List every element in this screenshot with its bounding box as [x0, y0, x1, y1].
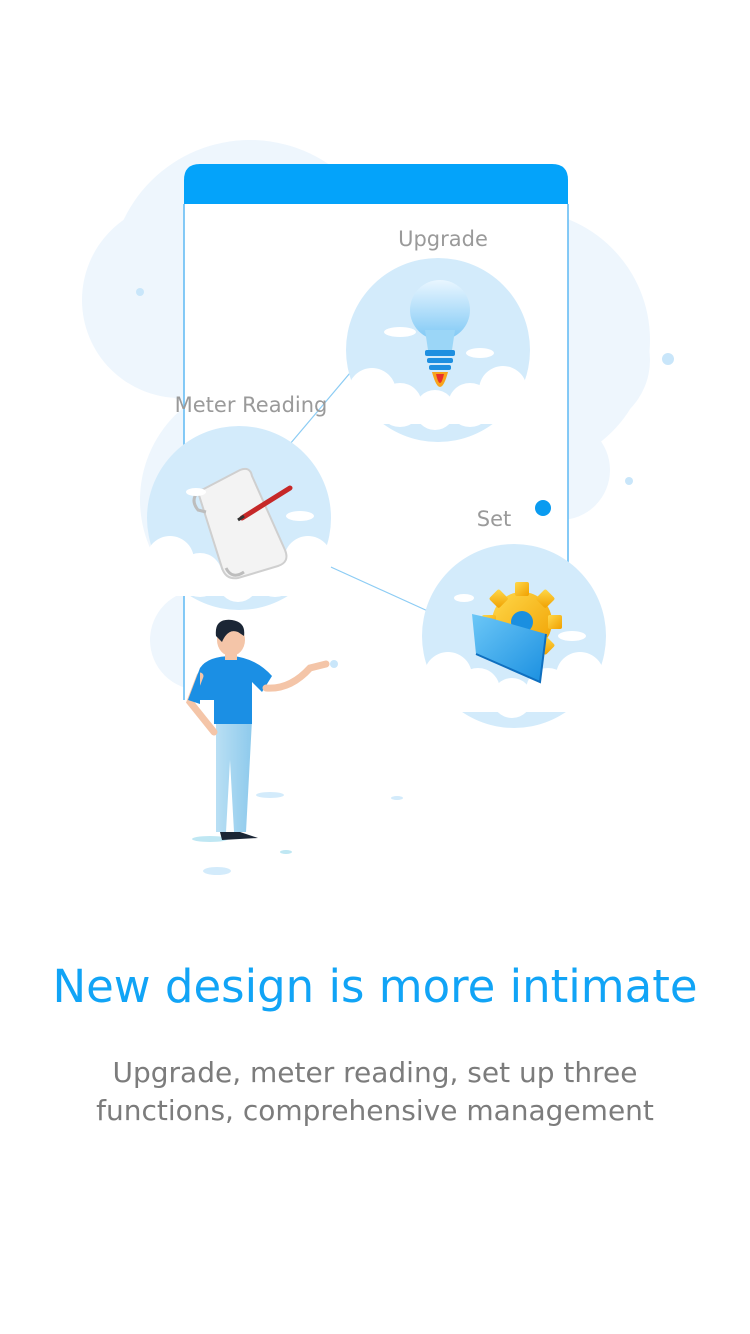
set-label: Set [477, 507, 511, 531]
description: Upgrade, meter reading, set up three fun… [96, 1056, 654, 1127]
upgrade-label: Upgrade [398, 227, 488, 251]
status-dot [535, 500, 551, 516]
meter-reading-label: Meter Reading [175, 393, 328, 417]
onboarding-illustration: Upgrade Meter Reading Set [82, 140, 674, 875]
headline: New design is more intimate [52, 960, 698, 1013]
